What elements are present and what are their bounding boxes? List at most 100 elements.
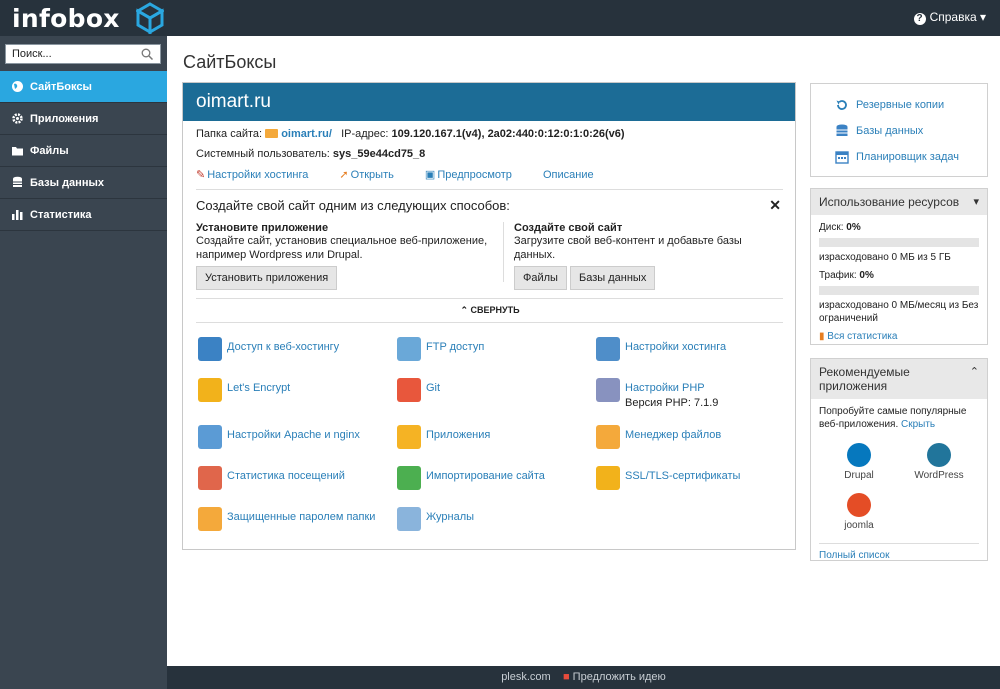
main-content: СайтБоксы oimart.ru Папка сайта: oimart.… xyxy=(167,36,1000,666)
folder-label: Папка сайта: xyxy=(196,128,263,140)
databases-link[interactable]: Базы данных xyxy=(811,122,987,148)
resource-usage-title: Использование ресурсов xyxy=(819,195,960,209)
traffic-text: израсходовано 0 МБ/месяц из Без ограниче… xyxy=(819,300,979,324)
divider xyxy=(196,298,783,299)
file-manager-icon xyxy=(596,425,620,449)
import-site-icon xyxy=(397,466,421,490)
disk-value: 0% xyxy=(846,222,861,233)
backup-icon xyxy=(836,100,847,110)
files-button[interactable]: Файлы xyxy=(514,266,567,290)
site-folder-row: Папка сайта: oimart.ru/ IP-адрес: 109.12… xyxy=(196,128,625,140)
folder-link[interactable]: oimart.ru/ xyxy=(281,128,332,140)
folder-icon xyxy=(265,129,279,138)
joomla-icon xyxy=(847,493,871,517)
apache-icon xyxy=(198,425,222,449)
option-own-title: Создайте свой сайт xyxy=(514,222,623,234)
ssl-icon xyxy=(596,466,620,490)
php-version: Версия PHP: 7.1.9 xyxy=(625,397,719,409)
logo[interactable]: infobox xyxy=(12,4,120,33)
suggest-idea-link[interactable]: Предложить идею xyxy=(573,671,666,683)
apps-intro-row: Попробуйте самые популярные веб-приложен… xyxy=(811,399,987,431)
site-domain[interactable]: oimart.ru xyxy=(196,91,782,113)
sidebar-item-label: СайтБоксы xyxy=(30,81,92,93)
option-install-app: Установите приложение Создайте сайт, уст… xyxy=(196,222,496,290)
ip-value: 109.120.167.1(v4), 2a02:440:0:12:0:1:0:2… xyxy=(391,128,625,140)
collapse-button[interactable]: ⌃ СВЕРНУТЬ xyxy=(183,305,797,316)
app-joomla[interactable]: joomla xyxy=(819,487,899,531)
sidebar-item-databases[interactable]: Базы данных xyxy=(0,167,167,199)
ftp-icon xyxy=(397,337,421,361)
php-icon xyxy=(596,378,620,402)
sidebar-item-siteboxes[interactable]: СайтБоксы xyxy=(0,71,167,103)
sidebar-item-applications[interactable]: Приложения xyxy=(0,103,167,135)
disk-row: Диск: 0% xyxy=(819,222,861,233)
database-icon xyxy=(836,124,848,136)
ip-label: IP-адрес: xyxy=(341,128,389,140)
folder-icon xyxy=(12,147,23,156)
disk-text: израсходовано 0 МБ из 5 ГБ xyxy=(819,252,951,263)
chevron-up-icon[interactable]: ⌃ xyxy=(970,365,979,378)
all-stats-link[interactable]: ▮ Вся статистика xyxy=(819,330,979,343)
applications-icon xyxy=(397,425,421,449)
chevron-down-icon[interactable]: ▾ xyxy=(973,195,979,208)
search-input[interactable]: Поиск... xyxy=(5,44,161,64)
site-links: ✎ Настройки хостинга ➚ Открыть ▣ Предпросмо… xyxy=(196,168,608,181)
scheduler-link[interactable]: Планировщик задач xyxy=(811,148,987,174)
resource-usage-header[interactable]: Использование ресурсов ▾ xyxy=(811,189,987,215)
divider xyxy=(196,322,783,323)
database-icon xyxy=(13,176,22,187)
recommended-apps-panel: Рекомендуемые приложения ⌃ Попробуйте са… xyxy=(810,358,988,561)
recommended-apps-title: Рекомендуемые приложения xyxy=(819,365,910,393)
traffic-row: Трафик: 0% xyxy=(819,270,874,281)
preview-link[interactable]: ▣ Предпросмотр xyxy=(425,169,526,181)
search-placeholder: Поиск... xyxy=(12,48,52,60)
databases-button[interactable]: Базы данных xyxy=(570,266,656,290)
full-list-row: Полный список xyxy=(819,543,979,561)
option-install-title: Установите приложение xyxy=(196,222,329,234)
app-drupal[interactable]: Drupal xyxy=(819,437,899,481)
web-access-icon xyxy=(198,337,222,361)
search-icon[interactable] xyxy=(141,48,153,60)
divider xyxy=(196,189,783,190)
disk-usage-bar xyxy=(819,238,979,247)
install-apps-button[interactable]: Установить приложения xyxy=(196,266,338,290)
help-menu[interactable]: ? Справка ▾ xyxy=(913,10,986,25)
site-card-header: oimart.ru xyxy=(183,83,795,121)
system-user-row: Системный пользователь: sys_59e44cd75_8 xyxy=(196,148,425,160)
full-list-link[interactable]: Полный список xyxy=(819,550,890,561)
sidebar-item-files[interactable]: Файлы xyxy=(0,135,167,167)
drupal-icon xyxy=(847,443,871,467)
preview-icon: ▣ xyxy=(424,169,436,181)
wordpress-icon xyxy=(927,443,951,467)
option-own-site: Создайте свой сайт Загрузите свой веб-ко… xyxy=(503,222,783,290)
sidebar: Поиск... СайтБоксы Приложения Файлы Базы… xyxy=(0,36,167,689)
git-icon xyxy=(397,378,421,402)
bar-chart-icon xyxy=(12,210,23,220)
visit-stats-icon xyxy=(198,466,222,490)
create-title: Создайте свой сайт одним из следующих сп… xyxy=(196,198,510,213)
open-icon: ➚ xyxy=(339,169,349,181)
recommended-apps-header[interactable]: Рекомендуемые приложения ⌃ xyxy=(811,359,987,399)
close-icon[interactable]: ✕ xyxy=(769,197,781,214)
traffic-value: 0% xyxy=(859,270,874,281)
logo-cube-icon xyxy=(136,2,164,34)
open-link[interactable]: ➚ Открыть xyxy=(339,169,407,181)
help-icon: ? xyxy=(913,13,926,25)
quick-links-panel: Резервные копии Базы данных Планировщик … xyxy=(810,83,988,177)
site-card: oimart.ru Папка сайта: oimart.ru/ IP-адр… xyxy=(182,82,796,550)
hide-link[interactable]: Скрыть xyxy=(901,419,935,430)
app-wordpress[interactable]: WordPress xyxy=(899,437,979,481)
description-link[interactable]: Описание xyxy=(543,169,594,181)
page-title: СайтБоксы xyxy=(183,52,277,72)
plesk-link[interactable]: plesk.com xyxy=(501,671,551,683)
option-own-buttons: Файлы Базы данных xyxy=(514,266,783,290)
sidebar-nav: СайтБоксы Приложения Файлы Базы данных С… xyxy=(0,71,167,231)
lets-encrypt-icon xyxy=(198,378,222,402)
sidebar-item-statistics[interactable]: Статистика xyxy=(0,199,167,231)
backup-link[interactable]: Резервные копии xyxy=(811,96,987,122)
globe-icon xyxy=(12,81,23,92)
top-bar: infobox ? Справка ▾ xyxy=(0,0,1000,36)
hosting-settings-link[interactable]: ✎ Настройки хостинга xyxy=(196,169,322,181)
sidebar-item-label: Базы данных xyxy=(30,177,104,189)
resource-usage-body: Диск: 0% израсходовано 0 МБ из 5 ГБ Траф… xyxy=(811,215,987,349)
